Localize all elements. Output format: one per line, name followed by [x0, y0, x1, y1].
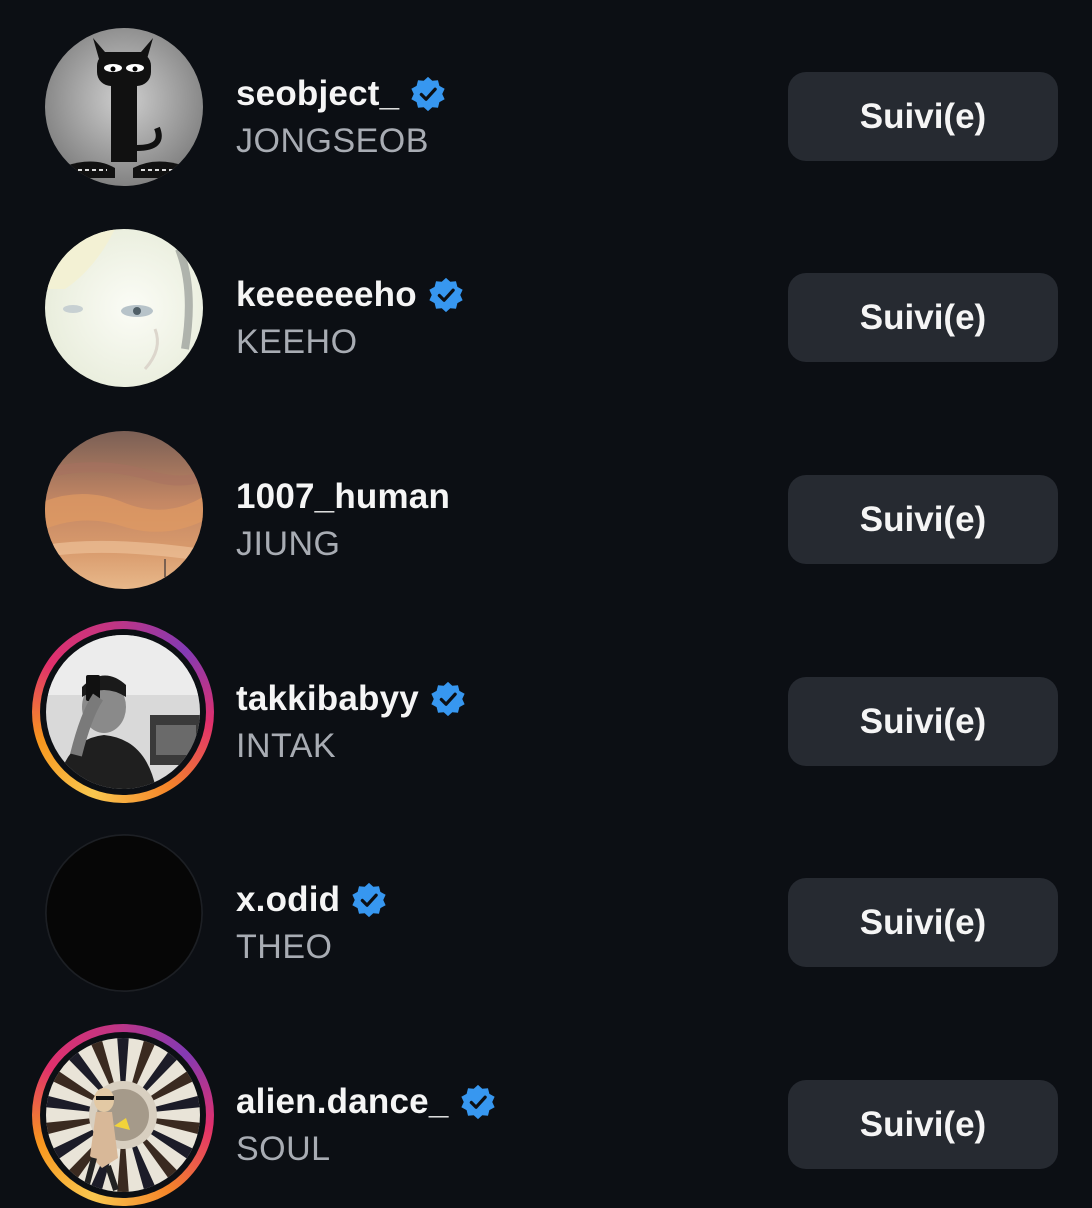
list-item-user[interactable]: seobject_ JONGSEOB Suivi(e) [0, 20, 1092, 200]
username[interactable]: seobject_ [236, 74, 399, 114]
username[interactable]: alien.dance_ [236, 1082, 449, 1122]
following-button[interactable]: Suivi(e) [788, 1080, 1058, 1169]
black-cat-avatar-image [45, 28, 203, 186]
full-name: THEO [236, 928, 333, 966]
username[interactable]: 1007_human [236, 477, 450, 517]
following-button[interactable]: Suivi(e) [788, 72, 1058, 161]
username[interactable]: takkibabyy [236, 679, 419, 719]
list-item-user[interactable]: 1007_human JIUNG Suivi(e) [0, 423, 1092, 603]
verified-badge-icon [352, 882, 386, 918]
avatar[interactable] [45, 834, 203, 992]
psychedelic-avatar-image [46, 1038, 200, 1192]
verified-badge-icon [431, 681, 465, 717]
following-button[interactable]: Suivi(e) [788, 475, 1058, 564]
user-names: alien.dance_ SOUL [236, 1080, 497, 1169]
mirror-selfie-avatar-image [46, 635, 200, 789]
avatar[interactable] [45, 229, 203, 387]
user-names: keeeeeeho KEEHO [236, 273, 465, 362]
full-name: KEEHO [236, 323, 358, 361]
bright-face-avatar-image [45, 229, 203, 387]
username[interactable]: keeeeeeho [236, 275, 417, 315]
user-names: x.odid THEO [236, 878, 388, 967]
black-avatar-image [45, 834, 203, 992]
story-ring-avatar[interactable] [32, 621, 214, 803]
sunset-clouds-avatar-image [45, 431, 203, 589]
user-names: 1007_human JIUNG [236, 475, 450, 564]
list-item-user[interactable]: keeeeeeho KEEHO Suivi(e) [0, 221, 1092, 401]
following-button[interactable]: Suivi(e) [788, 273, 1058, 362]
list-item-user[interactable]: x.odid THEO Suivi(e) [0, 826, 1092, 1006]
full-name: JIUNG [236, 525, 341, 563]
avatar[interactable] [45, 28, 203, 186]
username[interactable]: x.odid [236, 880, 340, 920]
story-ring-avatar[interactable] [32, 1024, 214, 1206]
list-item-user[interactable]: alien.dance_ SOUL Suivi(e) [0, 1024, 1092, 1208]
user-names: seobject_ JONGSEOB [236, 72, 447, 161]
full-name: INTAK [236, 727, 337, 765]
verified-badge-icon [411, 76, 445, 112]
following-button[interactable]: Suivi(e) [788, 878, 1058, 967]
following-button[interactable]: Suivi(e) [788, 677, 1058, 766]
full-name: SOUL [236, 1130, 331, 1168]
following-list: seobject_ JONGSEOB Suivi(e) keeeeeeho KE… [0, 0, 1092, 1206]
list-item-user[interactable]: takkibabyy INTAK Suivi(e) [0, 621, 1092, 805]
verified-badge-icon [429, 277, 463, 313]
user-names: takkibabyy INTAK [236, 677, 467, 766]
avatar[interactable] [45, 431, 203, 589]
verified-badge-icon [460, 1084, 495, 1120]
full-name: JONGSEOB [236, 122, 429, 160]
